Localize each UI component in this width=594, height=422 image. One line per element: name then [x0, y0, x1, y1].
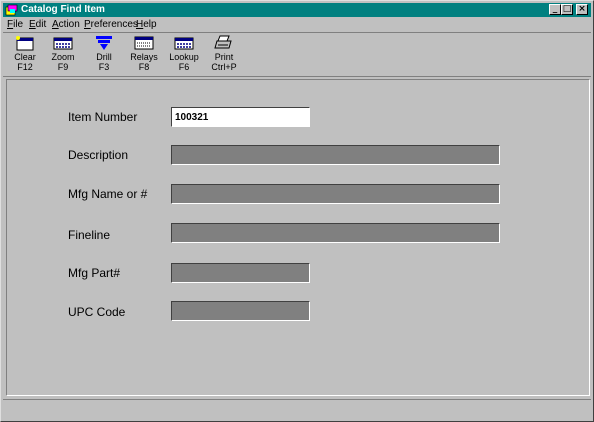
mfg-part-input: [172, 264, 309, 282]
menu-help-label: elp: [143, 19, 157, 30]
item-number-input[interactable]: [172, 108, 309, 126]
drill-button[interactable]: Drill F3: [88, 35, 120, 75]
lookup-button[interactable]: Lookup F6: [168, 35, 200, 75]
item-number-field[interactable]: [171, 107, 310, 127]
drill-shortcut: F3: [98, 62, 110, 72]
toolbar: Clear F12 Zoom F9 Drill F3 Relays F8 Loo…: [3, 32, 591, 77]
lookup-shortcut: F6: [178, 62, 190, 72]
app-window: Catalog Find Item _ □ × File Edit Action…: [0, 0, 594, 422]
zoom-label: Zoom: [51, 52, 75, 62]
menu-edit-accel: E: [29, 19, 36, 30]
clear-button[interactable]: Clear F12: [9, 35, 41, 75]
minimize-button[interactable]: _: [549, 4, 561, 15]
menu-file-label: ile: [13, 19, 24, 30]
zoom-button[interactable]: Zoom F9: [47, 35, 79, 75]
drill-icon: [96, 36, 112, 50]
description-field: [171, 145, 500, 165]
upc-code-input: [172, 302, 309, 320]
upc-code-field: [171, 301, 310, 321]
lookup-icon: [174, 37, 194, 50]
print-button[interactable]: Print Ctrl+P: [208, 35, 240, 75]
menu-preferences-accel: P: [84, 19, 91, 30]
close-button[interactable]: ×: [576, 4, 588, 15]
fineline-input: [172, 224, 499, 242]
print-label: Print: [214, 52, 234, 62]
menu-bar: File Edit Action Preferences Help: [3, 18, 591, 32]
title-bar[interactable]: Catalog Find Item _ □ ×: [3, 3, 591, 17]
maximize-button[interactable]: □: [561, 4, 573, 15]
mfg-part-field: [171, 263, 310, 283]
fineline-label: Fineline: [68, 228, 111, 242]
relays-icon: [134, 36, 154, 50]
menu-action-accel: A: [52, 19, 59, 30]
description-label: Description: [68, 148, 129, 162]
drill-label: Drill: [96, 52, 112, 62]
clear-label: Clear: [14, 52, 36, 62]
mfg-name-field: [171, 184, 500, 204]
mfg-name-label: Mfg Name or #: [68, 187, 148, 201]
menu-help[interactable]: Help: [136, 18, 157, 32]
mfg-name-input: [172, 185, 499, 203]
menu-action-label: ction: [58, 19, 80, 30]
mfg-part-label: Mfg Part#: [68, 266, 121, 280]
relays-label: Relays: [130, 52, 158, 62]
print-shortcut: Ctrl+P: [211, 62, 237, 72]
clear-icon: [16, 36, 34, 51]
zoom-shortcut: F9: [57, 62, 69, 72]
menu-preferences[interactable]: Preferences: [84, 18, 138, 32]
menu-file[interactable]: File: [7, 18, 23, 32]
description-input: [172, 146, 499, 164]
fineline-field: [171, 223, 500, 243]
menu-preferences-label: references: [90, 19, 138, 30]
relays-button[interactable]: Relays F8: [128, 35, 160, 75]
menu-edit-label: dit: [35, 19, 47, 30]
printer-icon: [214, 35, 232, 49]
item-number-label: Item Number: [68, 110, 138, 124]
upc-code-label: UPC Code: [68, 305, 126, 319]
menu-action[interactable]: Action: [52, 18, 80, 32]
menu-edit[interactable]: Edit: [29, 18, 46, 32]
catalog-icon: [5, 4, 18, 16]
relays-shortcut: F8: [138, 62, 150, 72]
window-title: Catalog Find Item: [21, 4, 105, 15]
zoom-icon: [53, 37, 73, 50]
clear-shortcut: F12: [17, 62, 33, 72]
status-bar: [3, 399, 591, 419]
lookup-label: Lookup: [169, 52, 199, 62]
